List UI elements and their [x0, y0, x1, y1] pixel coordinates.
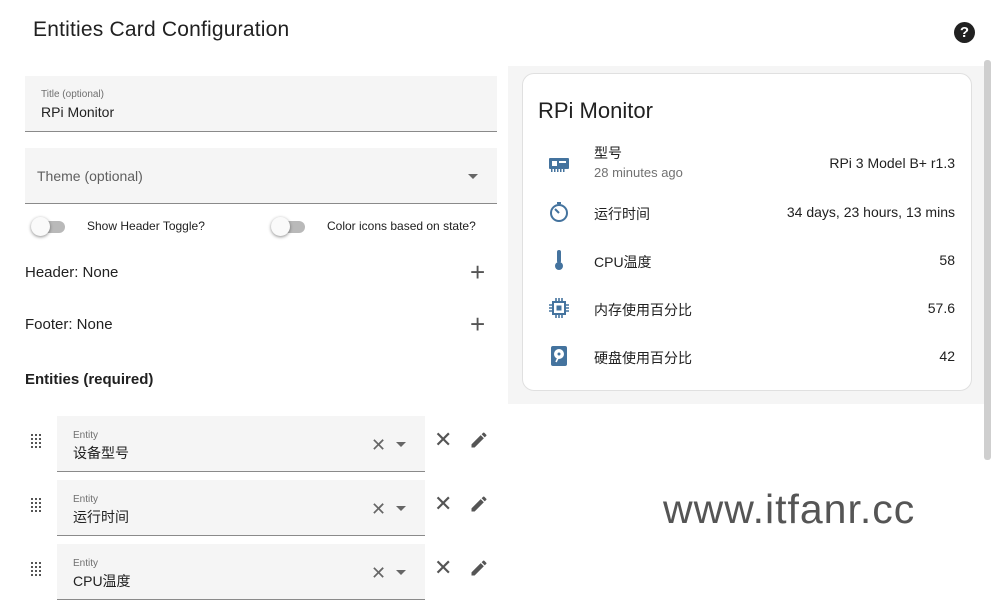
- entities-card-preview: RPi Monitor 型号 28 minutes ago RPi 3 Mode…: [522, 73, 972, 391]
- timer-icon: [550, 202, 568, 222]
- entity-name[interactable]: 型号: [594, 143, 622, 163]
- entity-picker-label: Entity: [73, 430, 99, 441]
- clear-icon[interactable]: ✕: [371, 563, 386, 584]
- chevron-down-icon[interactable]: [396, 442, 406, 447]
- entity-state: 57.6: [927, 300, 955, 316]
- dialog-title: Entities Card Configuration: [33, 18, 290, 41]
- add-header-plus-icon[interactable]: +: [470, 259, 485, 285]
- entity-picker[interactable]: Entity CPU温度 ✕: [57, 544, 425, 600]
- entity-state: 58: [939, 252, 955, 268]
- theme-select-label: Theme (optional): [37, 168, 143, 184]
- card-title: RPi Monitor: [538, 98, 653, 123]
- title-field-label: Title (optional): [41, 89, 104, 100]
- entity-picker-label: Entity: [73, 558, 99, 569]
- scrollbar[interactable]: [984, 60, 991, 460]
- watermark: www.itfanr.cc: [663, 486, 916, 532]
- entity-name[interactable]: CPU温度: [594, 252, 652, 272]
- footer-label: Footer: None: [25, 316, 113, 333]
- color-icons-toggle[interactable]: [271, 217, 307, 236]
- edit-entity-pencil-icon[interactable]: [469, 494, 489, 514]
- expansion-card-icon: [549, 158, 569, 172]
- entities-section-title: Entities (required): [25, 371, 154, 388]
- entity-state: 34 days, 23 hours, 13 mins: [786, 204, 955, 220]
- entity-picker[interactable]: Entity 设备型号 ✕: [57, 416, 425, 472]
- title-field[interactable]: Title (optional) RPi Monitor: [25, 76, 497, 132]
- entity-picker-value: 设备型号: [73, 445, 129, 461]
- header-label: Header: None: [25, 264, 119, 281]
- drag-handle-icon[interactable]: [31, 562, 43, 576]
- thermometer-icon: [555, 250, 563, 270]
- drag-handle-icon[interactable]: [31, 434, 43, 448]
- entity-name[interactable]: 硬盘使用百分比: [594, 348, 692, 368]
- entity-picker-label: Entity: [73, 494, 99, 505]
- edit-entity-pencil-icon[interactable]: [469, 558, 489, 578]
- memory-chip-icon: [549, 298, 569, 318]
- theme-dropdown-caret-icon: [468, 174, 478, 179]
- chevron-down-icon[interactable]: [396, 570, 406, 575]
- remove-entity-icon[interactable]: ✕: [434, 493, 452, 515]
- drag-handle-icon[interactable]: [31, 498, 43, 512]
- harddisk-icon: [551, 346, 567, 366]
- entity-name[interactable]: 运行时间: [594, 204, 650, 224]
- entity-picker[interactable]: Entity 运行时间 ✕: [57, 480, 425, 536]
- show-header-toggle[interactable]: [31, 217, 67, 236]
- edit-entity-pencil-icon[interactable]: [469, 430, 489, 450]
- chevron-down-icon[interactable]: [396, 506, 406, 511]
- remove-entity-icon[interactable]: ✕: [434, 429, 452, 451]
- clear-icon[interactable]: ✕: [371, 435, 386, 456]
- title-field-value: RPi Monitor: [41, 104, 115, 120]
- entity-picker-value: CPU温度: [73, 573, 131, 589]
- entity-name[interactable]: 内存使用百分比: [594, 300, 692, 320]
- clear-icon[interactable]: ✕: [371, 499, 386, 520]
- show-header-toggle-label: Show Header Toggle?: [87, 219, 205, 233]
- theme-select[interactable]: Theme (optional): [25, 148, 497, 204]
- help-icon[interactable]: ?: [954, 22, 975, 43]
- add-footer-plus-icon[interactable]: +: [470, 311, 485, 337]
- entity-state: 42: [939, 348, 955, 364]
- entity-state: RPi 3 Model B+ r1.3: [829, 155, 955, 171]
- entity-picker-value: 运行时间: [73, 509, 129, 525]
- color-icons-toggle-label: Color icons based on state?: [327, 219, 476, 233]
- remove-entity-icon[interactable]: ✕: [434, 557, 452, 579]
- entity-secondary: 28 minutes ago: [594, 165, 683, 180]
